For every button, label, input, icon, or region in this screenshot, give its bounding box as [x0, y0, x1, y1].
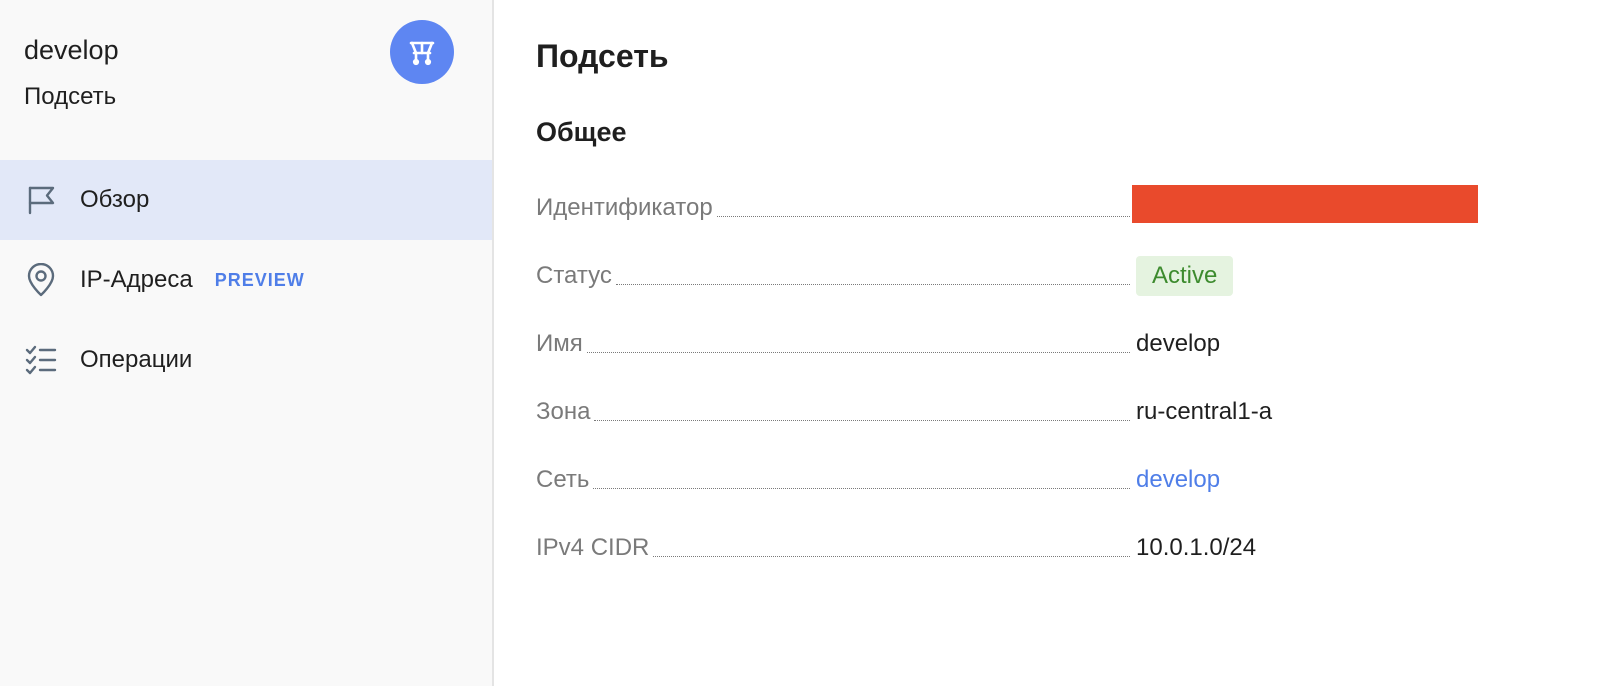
sidebar-item-operations[interactable]: Операции: [0, 320, 492, 400]
preview-badge: PREVIEW: [214, 269, 305, 290]
network-link[interactable]: develop: [1136, 465, 1220, 495]
redacted-id-value: [1132, 185, 1478, 223]
property-row-network: Сеть develop: [536, 446, 1496, 514]
property-value: develop: [1136, 330, 1221, 357]
dotted-leader: [615, 284, 1130, 285]
flag-icon: [24, 183, 58, 217]
resource-type: Подсеть: [24, 83, 117, 110]
sidebar-item-label: Операции: [80, 346, 193, 373]
property-label: Имя: [536, 330, 583, 357]
app-layout: develop Подсеть Обзор IP-Адреса PREVIEW …: [0, 0, 1608, 686]
property-row-status: Статус Active: [536, 242, 1496, 310]
property-label: IPv4 CIDR: [536, 534, 650, 561]
property-row-id: Идентификатор: [536, 174, 1496, 242]
properties-list: Идентификатор Статус Active Имя develop …: [536, 174, 1496, 582]
main-content: Подсеть Общее Идентификатор Статус Activ…: [494, 0, 1608, 686]
sidebar-item-label: Обзор: [80, 186, 150, 213]
property-label: Идентификатор: [536, 194, 713, 221]
sidebar-nav: Обзор IP-Адреса PREVIEW Операции: [0, 160, 492, 400]
dotted-leader: [594, 420, 1130, 421]
subnet-icon: [390, 20, 454, 84]
sidebar-header: develop Подсеть: [0, 0, 492, 160]
dotted-leader: [593, 488, 1130, 489]
sidebar-item-label: IP-Адреса: [80, 266, 193, 293]
property-value: 10.0.1.0/24: [1136, 534, 1257, 561]
section-title: Общее: [536, 117, 627, 147]
dotted-leader: [653, 556, 1130, 557]
property-label: Зона: [536, 398, 591, 425]
checklist-icon: [24, 343, 58, 377]
sidebar-item-overview[interactable]: Обзор: [0, 160, 492, 240]
location-pin-icon: [24, 263, 58, 297]
dotted-leader: [716, 216, 1130, 217]
property-row-cidr: IPv4 CIDR 10.0.1.0/24: [536, 514, 1496, 582]
sidebar: develop Подсеть Обзор IP-Адреса PREVIEW …: [0, 0, 494, 686]
property-label: Сеть: [536, 466, 590, 493]
property-value: ru-central1-a: [1136, 398, 1273, 425]
property-row-name: Имя develop: [536, 310, 1496, 378]
sidebar-item-ip-addresses[interactable]: IP-Адреса PREVIEW: [0, 240, 492, 320]
page-title: Подсеть: [536, 38, 669, 74]
status-badge: Active: [1136, 256, 1234, 296]
dotted-leader: [586, 352, 1130, 353]
property-row-zone: Зона ru-central1-a: [536, 378, 1496, 446]
property-label: Статус: [536, 262, 612, 289]
